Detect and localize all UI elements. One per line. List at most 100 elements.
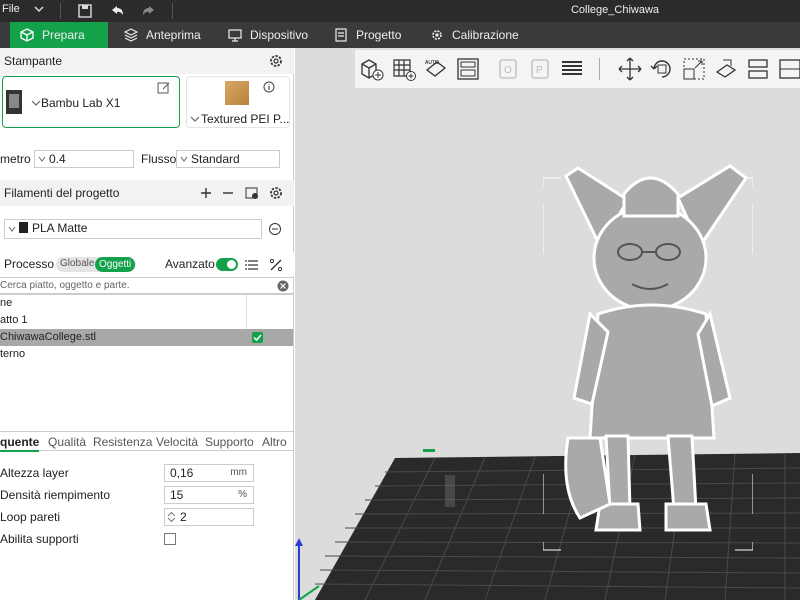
- infill-input[interactable]: 15 %: [164, 486, 254, 504]
- tree-row-selected[interactable]: ChiwawaCollege.stl: [0, 329, 293, 346]
- lay-on-face-icon[interactable]: [713, 56, 739, 82]
- process-section-header: Processo Globale Oggetti Avanzato: [0, 252, 294, 276]
- main-tab-bar: Prepara Anteprima Dispositivo Progetto C…: [0, 22, 800, 48]
- filament-color-swatch: [19, 222, 28, 233]
- settings-tabs: quente Qualità Resistenza Velocità Suppo…: [0, 433, 294, 452]
- scale-icon[interactable]: [681, 56, 707, 82]
- object-search[interactable]: Cerca piatto, oggetto e parte.: [0, 277, 294, 294]
- scope-global[interactable]: Globale: [60, 258, 94, 269]
- tab-support[interactable]: Supporto: [205, 435, 254, 449]
- checkmark-icon[interactable]: [252, 332, 263, 343]
- remove-icon[interactable]: [220, 185, 236, 201]
- chevron-down-icon[interactable]: [31, 99, 41, 107]
- tab-general[interactable]: quente: [0, 435, 40, 452]
- rotate-icon[interactable]: [649, 56, 675, 82]
- section-title: Filamenti del progetto: [4, 186, 120, 200]
- unit-label: %: [238, 489, 247, 500]
- split-objects-icon: O: [499, 59, 517, 79]
- process-scope-toggle[interactable]: Globale Oggetti: [56, 257, 136, 272]
- tab-progetto[interactable]: Progetto: [324, 22, 420, 48]
- tree-row-label: ChiwawaCollege.stl: [0, 331, 96, 343]
- tree-row[interactable]: ne: [0, 295, 293, 312]
- printer-name: Bambu Lab X1: [41, 96, 121, 110]
- infill-value: 15: [170, 488, 184, 502]
- add-icon[interactable]: [198, 185, 214, 201]
- printer-selector[interactable]: Bambu Lab X1: [2, 76, 180, 128]
- walls-value: 2: [180, 510, 187, 524]
- nozzle-diameter-select[interactable]: 0.4: [34, 150, 134, 168]
- layer-height-input[interactable]: 0,16 mm: [164, 464, 254, 482]
- layers-list-icon[interactable]: [559, 56, 585, 82]
- plate-name: Textured PEI P...: [201, 112, 290, 126]
- tab-anteprima[interactable]: Anteprima: [114, 22, 214, 48]
- arrange-icon[interactable]: [455, 56, 481, 82]
- advanced-label: Avanzato: [165, 257, 215, 271]
- sync-icon[interactable]: [244, 185, 260, 201]
- supports-label: Abilita supporti: [0, 532, 79, 546]
- chihuahua-model: [564, 164, 749, 532]
- section-title: Stampante: [4, 54, 63, 68]
- svg-text:AUTO: AUTO: [425, 60, 439, 66]
- section-title: Processo: [4, 257, 55, 271]
- tab-label: Calibrazione: [452, 28, 519, 42]
- tree-row[interactable]: atto 1: [0, 312, 293, 329]
- chevron-down-icon[interactable]: [190, 115, 200, 123]
- layer-height-label: Altezza layer: [0, 466, 69, 480]
- layer-height-value: 0,16: [170, 466, 194, 480]
- tab-speed[interactable]: Velocità: [156, 435, 198, 449]
- more-tools-icon[interactable]: [777, 56, 800, 82]
- filament-select[interactable]: PLA Matte: [4, 219, 262, 239]
- add-plate-icon[interactable]: [391, 56, 417, 82]
- tab-strength[interactable]: Resistenza: [93, 435, 152, 449]
- object-tree: ne atto 1 ChiwawaCollege.stl terno: [0, 294, 294, 432]
- add-object-icon[interactable]: [359, 56, 385, 82]
- separator: [599, 58, 600, 80]
- percentage-icon[interactable]: [268, 257, 284, 273]
- origin-marker: [423, 449, 435, 452]
- supports-checkbox[interactable]: [164, 533, 176, 545]
- move-icon[interactable]: [617, 56, 643, 82]
- tree-row-label: atto 1: [0, 314, 28, 326]
- gear-icon: [432, 30, 442, 40]
- remove-circle-icon[interactable]: [268, 222, 282, 236]
- printer-section-header: Stampante: [0, 48, 294, 74]
- auto-orient-icon[interactable]: AUTO: [423, 56, 449, 82]
- document-title: College_Chiwawa: [570, 4, 660, 16]
- tab-other[interactable]: Altro: [262, 435, 287, 449]
- tab-dispositivo[interactable]: Dispositivo: [218, 22, 322, 48]
- clear-icon[interactable]: [277, 280, 289, 292]
- advanced-toggle[interactable]: [216, 258, 238, 271]
- tree-row[interactable]: terno: [0, 346, 293, 363]
- document-icon: [335, 28, 347, 42]
- flow-value: Standard: [191, 152, 240, 166]
- 3d-viewport[interactable]: AUTO O P: [295, 48, 800, 600]
- title-bar: File College_Chiwawa: [0, 0, 800, 22]
- walls-stepper[interactable]: 2: [164, 508, 254, 526]
- left-panel: Stampante Bambu Lab X1 Textured PEI P...…: [0, 48, 294, 600]
- svg-text:P: P: [536, 65, 543, 76]
- cut-icon[interactable]: [745, 56, 771, 82]
- tab-calibrazione[interactable]: Calibrazione: [420, 22, 530, 48]
- infill-label: Densità riempimento: [0, 488, 111, 502]
- tab-quality[interactable]: Qualità: [48, 435, 86, 449]
- tree-row-label: ne: [0, 297, 13, 309]
- info-icon[interactable]: [263, 81, 275, 93]
- nozzle-label: metro: [0, 152, 31, 166]
- list-icon[interactable]: [244, 257, 260, 273]
- edit-icon[interactable]: [157, 81, 171, 95]
- nozzle-value: 0.4: [49, 152, 66, 166]
- flow-select[interactable]: Standard: [176, 150, 280, 168]
- filaments-section-header: Filamenti del progetto: [0, 180, 294, 206]
- axis-gizmo: [295, 538, 320, 600]
- scope-objects[interactable]: Oggetti: [95, 257, 136, 272]
- plate-selector[interactable]: Textured PEI P...: [186, 76, 290, 128]
- monitor-icon: [228, 29, 242, 42]
- split-parts-icon: P: [531, 59, 549, 79]
- stepper-arrows-icon[interactable]: [167, 511, 176, 523]
- tab-label: Prepara: [42, 28, 85, 42]
- settings-icon[interactable]: [268, 185, 284, 201]
- settings-icon[interactable]: [268, 53, 284, 69]
- tab-prepara[interactable]: Prepara: [10, 22, 108, 48]
- cube-icon: [20, 28, 34, 42]
- tree-row-label: terno: [0, 348, 26, 360]
